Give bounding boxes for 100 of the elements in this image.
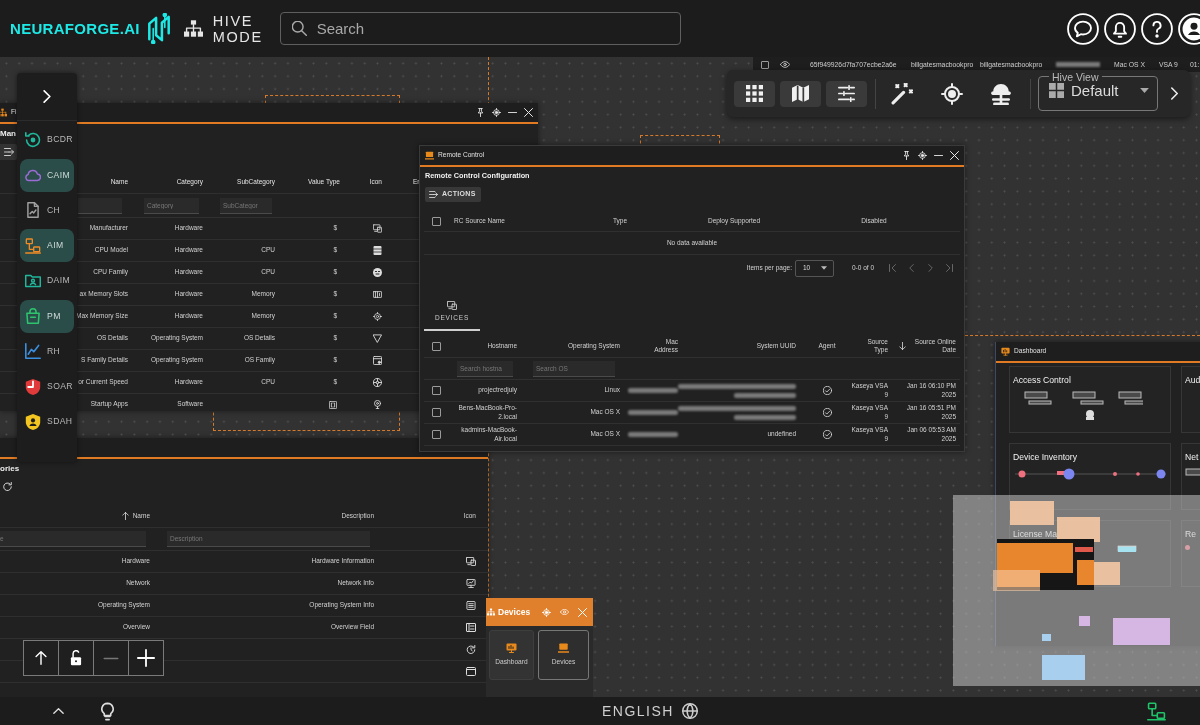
globe-icon — [681, 703, 698, 719]
target-icon — [373, 312, 382, 321]
menu-arrow-icon — [4, 148, 14, 156]
magic-wand-icon[interactable] — [891, 82, 913, 105]
redacted-text — [1056, 62, 1100, 67]
sidebar-item[interactable]: CAIM — [20, 158, 74, 192]
pin-icon[interactable] — [902, 151, 911, 160]
checkbox[interactable] — [431, 216, 441, 226]
mushroom-icon[interactable] — [990, 82, 1012, 105]
devices-icon — [447, 300, 457, 310]
checkbox[interactable] — [431, 341, 441, 351]
legend-graphic — [1185, 468, 1200, 476]
chevron-right-icon — [43, 90, 51, 103]
server-icon — [373, 246, 382, 255]
search-icon — [291, 21, 307, 36]
dashboard-icon — [1001, 347, 1010, 356]
sidebar-item[interactable]: DAIM — [20, 264, 74, 298]
chat-icon[interactable] — [1067, 12, 1099, 45]
clock-refresh-icon — [466, 645, 476, 654]
redacted-text — [628, 432, 678, 437]
devices-icon — [373, 224, 382, 233]
checkbox[interactable] — [431, 430, 441, 439]
grid-tiles-icon — [1049, 83, 1064, 98]
window-icon — [466, 667, 476, 676]
target-icon[interactable] — [492, 108, 501, 117]
user-avatar-icon[interactable] — [1178, 12, 1200, 45]
expand-button[interactable] — [43, 90, 51, 103]
target-icon[interactable] — [918, 151, 927, 160]
window-gear-icon — [373, 356, 382, 365]
minus-icon — [103, 656, 119, 660]
grid-view-button[interactable] — [734, 80, 775, 107]
logo-icon — [145, 13, 172, 44]
face-icon — [373, 268, 382, 277]
monitor-chart-icon — [466, 579, 476, 588]
close-icon[interactable] — [524, 108, 533, 117]
notifications-icon[interactable] — [1104, 12, 1136, 45]
sidebar-item[interactable]: AIM — [20, 229, 74, 262]
memory-icon — [373, 290, 382, 299]
zoom-out-button[interactable] — [93, 640, 129, 676]
sidebar-item[interactable]: SDAH — [20, 405, 74, 439]
chevron-right-icon[interactable] — [1171, 87, 1178, 100]
hive-view-select[interactable]: Hive View Default — [1038, 71, 1158, 111]
sidebar-item[interactable]: PM — [20, 299, 74, 333]
laptop-icon — [425, 151, 434, 160]
card-title: Net — [1185, 452, 1199, 463]
sidebar-item[interactable]: BCDR — [20, 123, 74, 157]
last-page-icon[interactable] — [946, 264, 953, 272]
card-title: Access Control — [1013, 375, 1071, 386]
sidebar-item[interactable]: SOAR — [20, 370, 74, 403]
card-title: Device Inventory — [1013, 452, 1077, 463]
actions-button[interactable] — [0, 144, 17, 160]
checkbox[interactable] — [431, 408, 441, 417]
section-heading: ories — [0, 464, 20, 474]
first-page-icon[interactable] — [889, 264, 896, 272]
grid-icon — [746, 85, 763, 102]
checkbox[interactable] — [761, 60, 769, 69]
pin-icon[interactable] — [476, 108, 485, 117]
filter-button[interactable] — [826, 80, 867, 107]
arrow-up-icon — [35, 651, 47, 665]
list-icon — [466, 601, 476, 610]
section-heading: Man — [0, 129, 16, 139]
eye-icon[interactable] — [780, 61, 790, 68]
zoom-in-button[interactable] — [128, 640, 164, 676]
list-icon — [466, 623, 476, 632]
mode-label: HIVE MODE — [212, 12, 263, 45]
close-icon[interactable] — [950, 151, 959, 160]
chevron-up-icon[interactable] — [53, 708, 64, 714]
checkbox[interactable] — [431, 386, 441, 395]
target-icon[interactable] — [941, 82, 963, 105]
brand-name: NEURAFORGE.AI — [10, 21, 140, 36]
devices-icon — [466, 557, 476, 566]
location-marker-icon — [373, 400, 382, 409]
sitemap-icon — [0, 108, 7, 117]
search-field[interactable]: Search — [279, 12, 681, 45]
card-title: Aud — [1185, 375, 1200, 386]
map-icon — [792, 85, 809, 102]
crosshair-icon — [373, 378, 382, 387]
card-title: Re — [1185, 529, 1196, 540]
sitemap-icon — [183, 20, 203, 37]
card-title: License Ma — [1013, 529, 1057, 540]
help-icon[interactable] — [1141, 12, 1173, 45]
point-icon — [1185, 545, 1190, 550]
lightbulb-icon[interactable] — [101, 701, 114, 721]
sidebar-item[interactable]: CH — [20, 193, 74, 227]
refresh-icon[interactable] — [3, 482, 12, 491]
sitemap-icon — [487, 608, 495, 616]
brackets-icon — [329, 400, 337, 409]
language-button[interactable]: ENGLISH — [602, 700, 698, 722]
network-icon[interactable] — [1147, 701, 1166, 721]
plus-icon — [137, 649, 155, 667]
laptop-icon — [558, 643, 569, 654]
widget-title: Devices — [498, 605, 531, 619]
filter-field[interactable] — [78, 197, 122, 214]
map-view-button[interactable] — [780, 80, 821, 107]
caret-down-icon — [1140, 88, 1149, 93]
menu-arrow-icon — [429, 191, 438, 198]
dashboard-icon — [506, 643, 517, 654]
pan-up-button[interactable] — [23, 640, 59, 676]
sidebar-item[interactable]: RH — [20, 334, 74, 368]
lock-button[interactable] — [58, 640, 94, 676]
